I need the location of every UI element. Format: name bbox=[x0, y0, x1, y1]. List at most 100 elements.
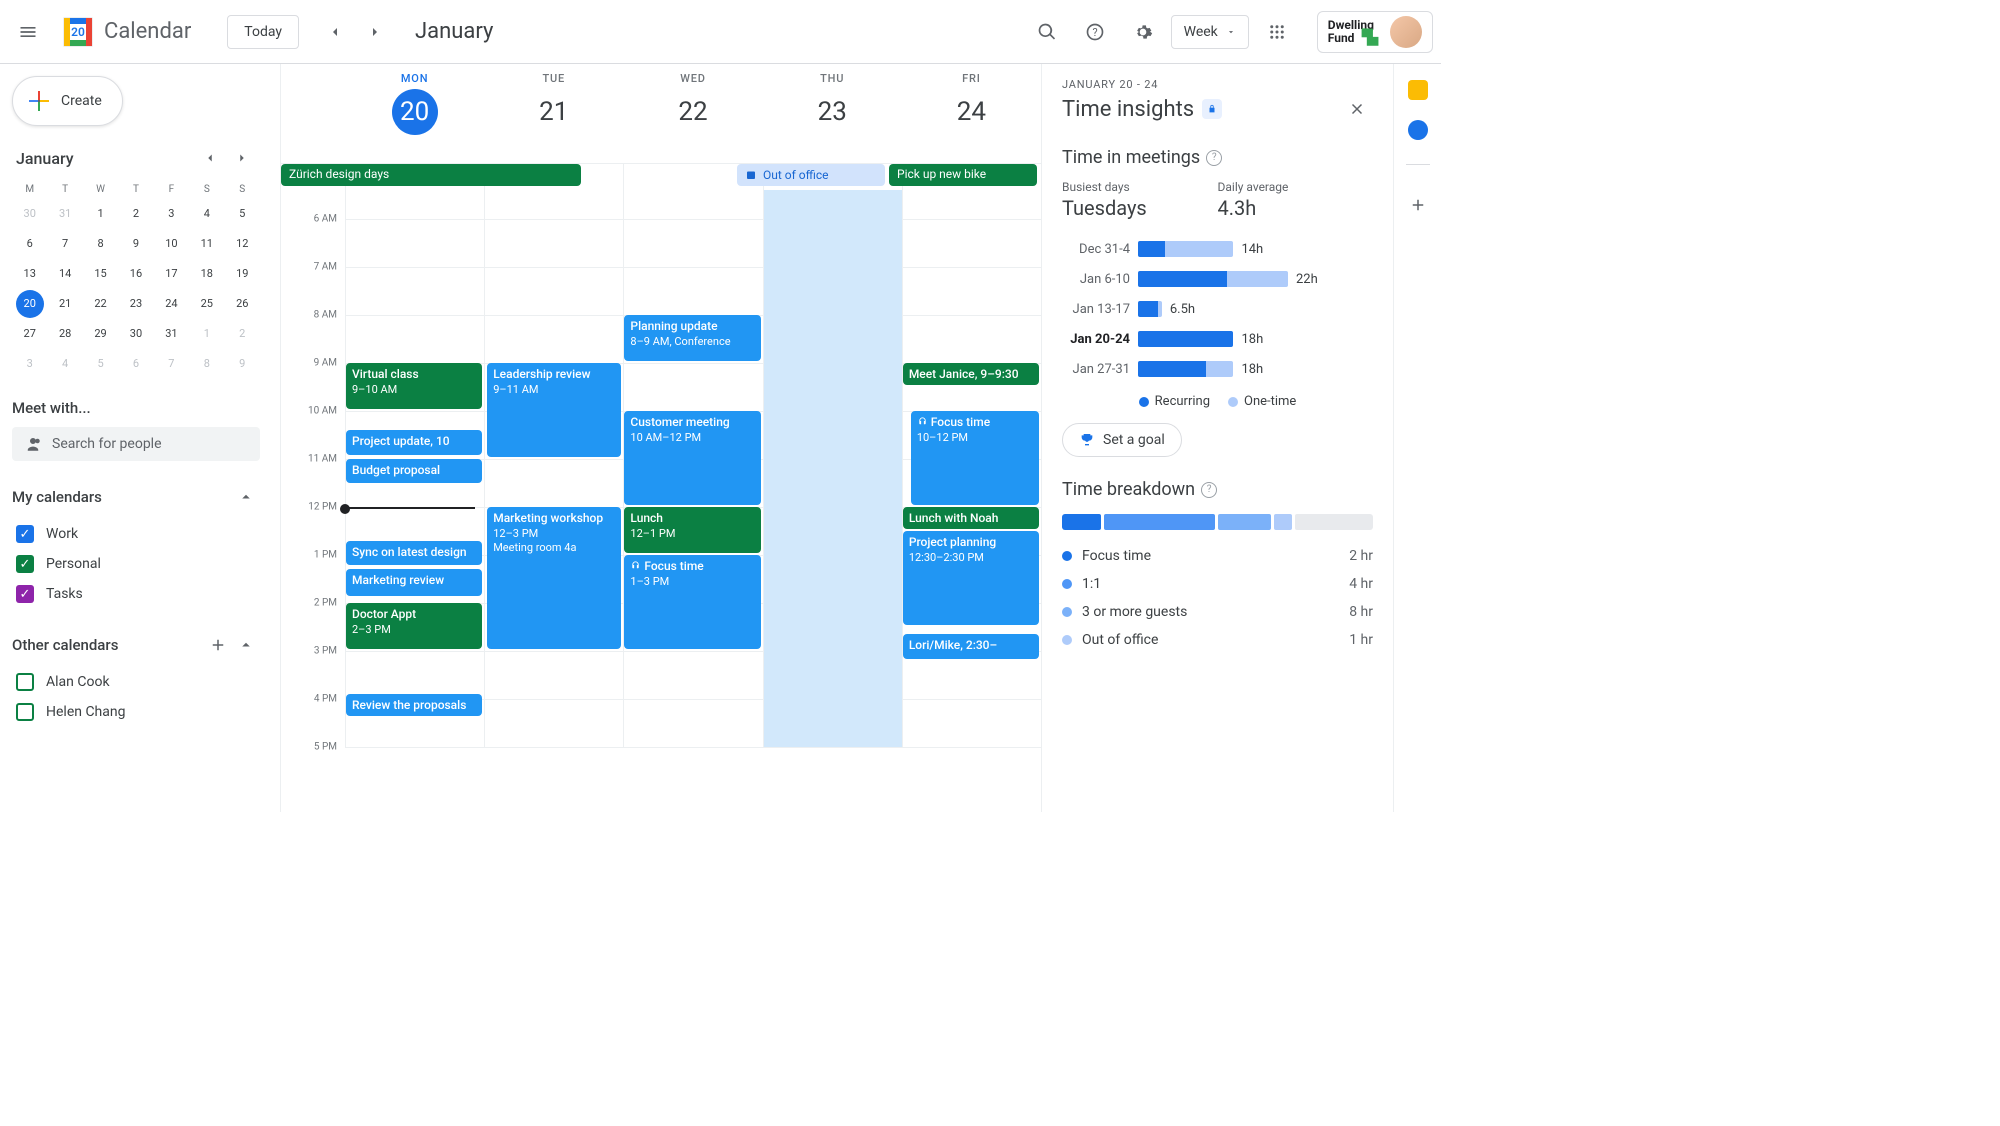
mini-day-15[interactable]: 15 bbox=[87, 260, 115, 288]
add-calendar-button[interactable] bbox=[204, 631, 232, 659]
day-header[interactable]: THU23 bbox=[763, 64, 902, 163]
day-header[interactable]: TUE21 bbox=[484, 64, 623, 163]
mini-day-8[interactable]: 8 bbox=[87, 230, 115, 258]
mini-day-21[interactable]: 21 bbox=[51, 290, 79, 318]
tasks-icon[interactable] bbox=[1408, 120, 1428, 140]
calendar-item[interactable]: ✓Personal bbox=[12, 549, 260, 579]
calendar-event[interactable]: Planning update8–9 AM, Conference bbox=[624, 315, 760, 361]
mini-day-4[interactable]: 4 bbox=[193, 200, 221, 228]
calendar-event[interactable]: Focus time10–12 PM bbox=[911, 411, 1039, 505]
calendar-event[interactable]: Customer meeting10 AM–12 PM bbox=[624, 411, 760, 505]
gear-icon[interactable] bbox=[1123, 12, 1163, 52]
prev-week-button[interactable] bbox=[315, 12, 355, 52]
mini-day-2[interactable]: 2 bbox=[228, 320, 256, 348]
add-addon-button[interactable] bbox=[1402, 189, 1434, 221]
mini-day-10[interactable]: 10 bbox=[157, 230, 185, 258]
checkbox-icon[interactable] bbox=[16, 673, 34, 691]
collapse-my-calendars-button[interactable] bbox=[232, 483, 260, 511]
mini-day-1[interactable]: 1 bbox=[87, 200, 115, 228]
meeting-week-row[interactable]: Jan 6-1022h bbox=[1062, 264, 1373, 294]
collapse-other-calendars-button[interactable] bbox=[232, 631, 260, 659]
mini-day-31[interactable]: 31 bbox=[51, 200, 79, 228]
mini-day-31[interactable]: 31 bbox=[157, 320, 185, 348]
calendar-item[interactable]: ✓Work bbox=[12, 519, 260, 549]
breakdown-row[interactable]: 1:14 hr bbox=[1062, 570, 1373, 598]
calendar-event[interactable]: Lori/Mike, 2:30– bbox=[903, 634, 1039, 658]
mini-day-25[interactable]: 25 bbox=[193, 290, 221, 318]
mini-day-28[interactable]: 28 bbox=[51, 320, 79, 348]
checkbox-icon[interactable]: ✓ bbox=[16, 555, 34, 573]
calendar-event[interactable]: Budget proposal bbox=[346, 459, 482, 483]
mini-day-9[interactable]: 9 bbox=[122, 230, 150, 258]
calendar-event[interactable]: Project planning12:30–2:30 PM bbox=[903, 531, 1039, 625]
set-goal-button[interactable]: Set a goal bbox=[1062, 423, 1182, 457]
mini-day-3[interactable]: 3 bbox=[16, 350, 44, 378]
mini-next-button[interactable] bbox=[228, 144, 256, 172]
mini-day-13[interactable]: 13 bbox=[16, 260, 44, 288]
calendar-item[interactable]: Helen Chang bbox=[12, 697, 260, 727]
day-header[interactable]: WED22 bbox=[623, 64, 762, 163]
calendar-event[interactable]: Project update, 10 bbox=[346, 430, 482, 454]
help-icon[interactable]: ? bbox=[1075, 12, 1115, 52]
mini-day-6[interactable]: 6 bbox=[122, 350, 150, 378]
mini-day-17[interactable]: 17 bbox=[157, 260, 185, 288]
mini-day-30[interactable]: 30 bbox=[16, 200, 44, 228]
calendar-event[interactable]: Meet Janice, 9–9:30 bbox=[903, 363, 1039, 385]
checkbox-icon[interactable]: ✓ bbox=[16, 525, 34, 543]
mini-day-27[interactable]: 27 bbox=[16, 320, 44, 348]
checkbox-icon[interactable]: ✓ bbox=[16, 585, 34, 603]
create-button[interactable]: Create bbox=[12, 76, 123, 126]
calendar-event[interactable]: Marketing review bbox=[346, 569, 482, 596]
mini-day-7[interactable]: 7 bbox=[157, 350, 185, 378]
day-column[interactable]: Virtual class9–10 AM Project update, 10 Bu… bbox=[345, 190, 484, 747]
search-icon[interactable] bbox=[1027, 12, 1067, 52]
day-column[interactable]: Planning update8–9 AM, Conference Custome… bbox=[623, 190, 762, 747]
mini-day-19[interactable]: 19 bbox=[228, 260, 256, 288]
meeting-week-row[interactable]: Jan 27-3118h bbox=[1062, 354, 1373, 384]
calendar-event[interactable]: Leadership review9–11 AM bbox=[487, 363, 621, 457]
mini-day-20[interactable]: 20 bbox=[16, 290, 44, 318]
mini-day-24[interactable]: 24 bbox=[157, 290, 185, 318]
mini-prev-button[interactable] bbox=[196, 144, 224, 172]
calendar-event[interactable]: Review the proposals bbox=[346, 694, 482, 716]
allday-event[interactable]: Out of office bbox=[737, 164, 885, 186]
mini-day-22[interactable]: 22 bbox=[87, 290, 115, 318]
help-icon[interactable]: ? bbox=[1201, 482, 1217, 498]
mini-day-2[interactable]: 2 bbox=[122, 200, 150, 228]
breakdown-row[interactable]: Out of office1 hr bbox=[1062, 626, 1373, 654]
keep-icon[interactable] bbox=[1408, 80, 1428, 100]
mini-day-8[interactable]: 8 bbox=[193, 350, 221, 378]
calendar-event[interactable]: Sync on latest design bbox=[346, 541, 482, 565]
allday-event[interactable]: Zürich design days bbox=[281, 164, 581, 186]
mini-day-4[interactable]: 4 bbox=[51, 350, 79, 378]
mini-day-30[interactable]: 30 bbox=[122, 320, 150, 348]
calendar-event[interactable]: Virtual class9–10 AM bbox=[346, 363, 482, 409]
meeting-week-row[interactable]: Jan 20-2418h bbox=[1062, 324, 1373, 354]
next-week-button[interactable] bbox=[355, 12, 395, 52]
apps-grid-icon[interactable] bbox=[1257, 12, 1297, 52]
meeting-week-row[interactable]: Dec 31-414h bbox=[1062, 234, 1373, 264]
mini-day-16[interactable]: 16 bbox=[122, 260, 150, 288]
checkbox-icon[interactable] bbox=[16, 703, 34, 721]
calendar-item[interactable]: Alan Cook bbox=[12, 667, 260, 697]
view-select[interactable]: Week bbox=[1171, 15, 1249, 49]
mini-day-11[interactable]: 11 bbox=[193, 230, 221, 258]
day-column[interactable]: Leadership review9–11 AM Marketing worksh… bbox=[484, 190, 623, 747]
mini-day-5[interactable]: 5 bbox=[228, 200, 256, 228]
mini-day-23[interactable]: 23 bbox=[122, 290, 150, 318]
calendar-event[interactable]: Lunch12–1 PM bbox=[624, 507, 760, 553]
mini-day-7[interactable]: 7 bbox=[51, 230, 79, 258]
search-people-input[interactable]: Search for people bbox=[12, 427, 260, 461]
org-switcher[interactable]: Dwelling Fund▝▙ bbox=[1317, 11, 1433, 53]
mini-day-6[interactable]: 6 bbox=[16, 230, 44, 258]
mini-day-1[interactable]: 1 bbox=[193, 320, 221, 348]
calendar-event[interactable]: Lunch with Noah bbox=[903, 507, 1039, 529]
mini-day-29[interactable]: 29 bbox=[87, 320, 115, 348]
mini-day-3[interactable]: 3 bbox=[157, 200, 185, 228]
calendar-item[interactable]: ✓Tasks bbox=[12, 579, 260, 609]
calendar-event[interactable]: Marketing workshop12–3 PMMeeting room 4a bbox=[487, 507, 621, 649]
mini-day-14[interactable]: 14 bbox=[51, 260, 79, 288]
mini-day-12[interactable]: 12 bbox=[228, 230, 256, 258]
close-insights-button[interactable] bbox=[1341, 93, 1373, 125]
hamburger-icon[interactable] bbox=[8, 12, 48, 52]
